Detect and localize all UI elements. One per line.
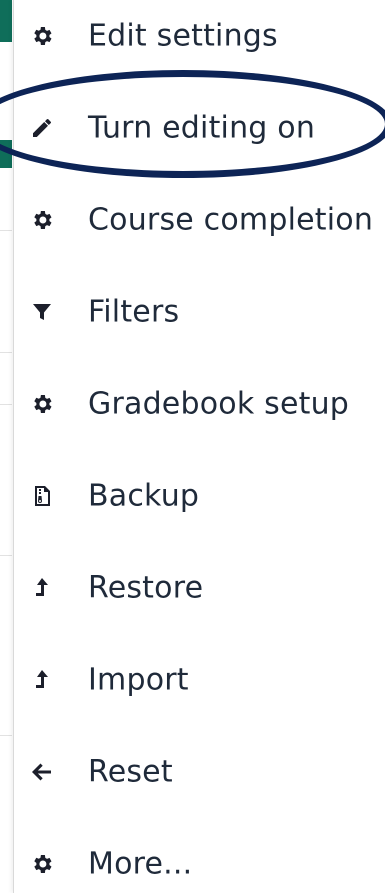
menu-item-edit-settings[interactable]: Edit settings [14, 6, 385, 66]
arrow-left-icon [28, 758, 56, 786]
menu-item-reset[interactable]: Reset [14, 742, 385, 802]
menu-item-filters[interactable]: Filters [14, 282, 385, 342]
course-actions-menu: Edit settings Turn editing on Course com… [13, 0, 385, 893]
menu-item-course-completion[interactable]: Course completion [14, 190, 385, 250]
background-accent-bar [0, 140, 12, 168]
gear-icon [28, 390, 56, 418]
menu-item-turn-editing-on[interactable]: Turn editing on [14, 98, 385, 158]
menu-item-label: Reset [88, 754, 173, 790]
file-archive-icon [28, 482, 56, 510]
level-up-icon [28, 574, 56, 602]
menu-item-restore[interactable]: Restore [14, 558, 385, 618]
menu-item-label: More... [88, 846, 193, 882]
background-divider [0, 404, 12, 405]
menu-item-gradebook-setup[interactable]: Gradebook setup [14, 374, 385, 434]
pencil-icon [28, 114, 56, 142]
background-divider [0, 555, 12, 556]
background-divider [0, 735, 12, 736]
gear-icon [28, 850, 56, 878]
menu-item-label: Import [88, 662, 189, 698]
menu-item-label: Filters [88, 294, 180, 330]
level-up-icon [28, 666, 56, 694]
menu-item-label: Course completion [88, 202, 374, 238]
menu-item-label: Turn editing on [88, 110, 316, 146]
menu-item-label: Gradebook setup [88, 386, 350, 422]
background-divider [0, 352, 12, 353]
menu-item-more[interactable]: More... [14, 834, 385, 893]
background-accent-bar [0, 0, 12, 42]
background-divider [0, 230, 12, 231]
background-page-strip [0, 0, 12, 893]
menu-item-backup[interactable]: Backup [14, 466, 385, 526]
menu-item-label: Edit settings [88, 18, 278, 54]
filter-icon [28, 298, 56, 326]
gear-icon [28, 22, 56, 50]
gear-icon [28, 206, 56, 234]
screenshot-page: Edit settings Turn editing on Course com… [0, 0, 385, 893]
menu-item-import[interactable]: Import [14, 650, 385, 710]
menu-item-label: Backup [88, 478, 200, 514]
menu-item-label: Restore [88, 570, 204, 606]
